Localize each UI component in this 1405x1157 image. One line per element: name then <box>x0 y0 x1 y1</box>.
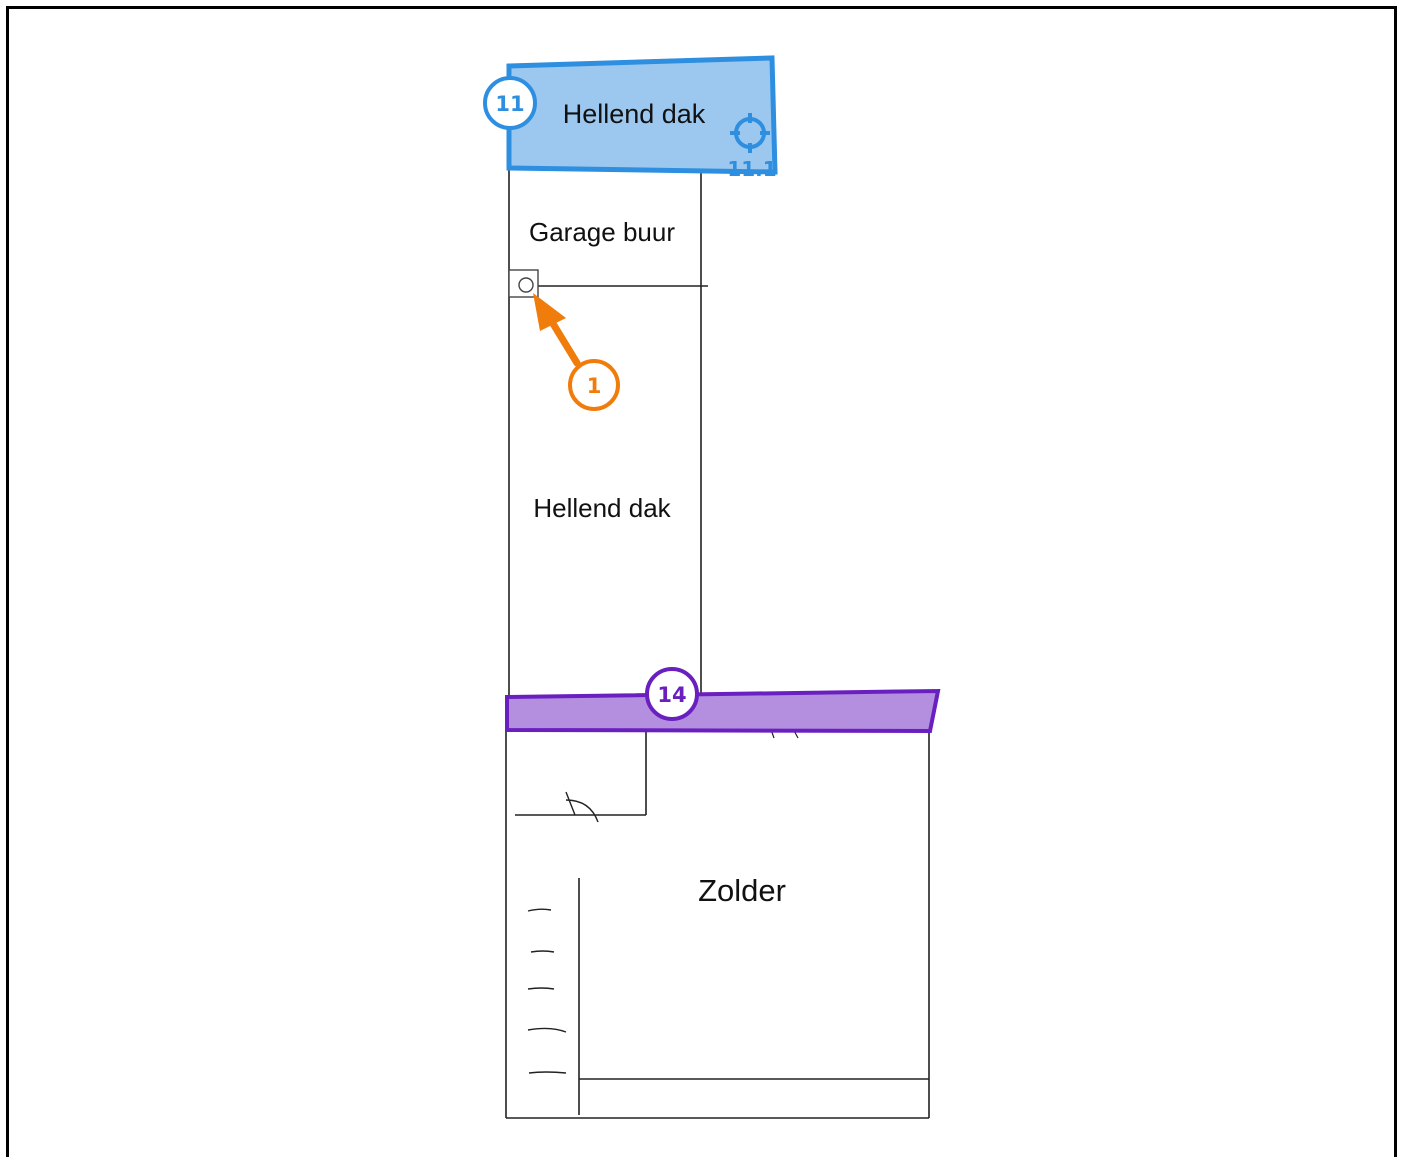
point-badge-number: 1 <box>587 374 602 398</box>
room-label-garage: Garage buur <box>529 217 675 247</box>
upper-section-walls <box>508 168 708 700</box>
roof-badge[interactable]: 11 <box>483 76 537 130</box>
drain-fixture[interactable] <box>508 269 539 298</box>
roof-sub-marker: 11.1 <box>727 157 776 181</box>
room-label-roof-middle: Hellend dak <box>533 493 671 523</box>
floor-plan: Hellend dak Garage buur Hellend dak Zold… <box>483 55 941 1119</box>
stairs-marks <box>527 908 567 1074</box>
arrow-icon <box>533 293 581 367</box>
roof-badge-number: 11 <box>495 92 524 116</box>
room-label-attic: Zolder <box>698 873 786 908</box>
door-swing <box>565 791 599 823</box>
attic-walls <box>505 720 930 1119</box>
room-label-roof-top: Hellend dak <box>563 99 706 129</box>
wall-highlight[interactable] <box>505 688 941 734</box>
wall-badge-number: 14 <box>657 683 686 707</box>
point-badge[interactable]: 1 <box>568 359 620 411</box>
wall-badge[interactable]: 14 <box>645 667 699 721</box>
